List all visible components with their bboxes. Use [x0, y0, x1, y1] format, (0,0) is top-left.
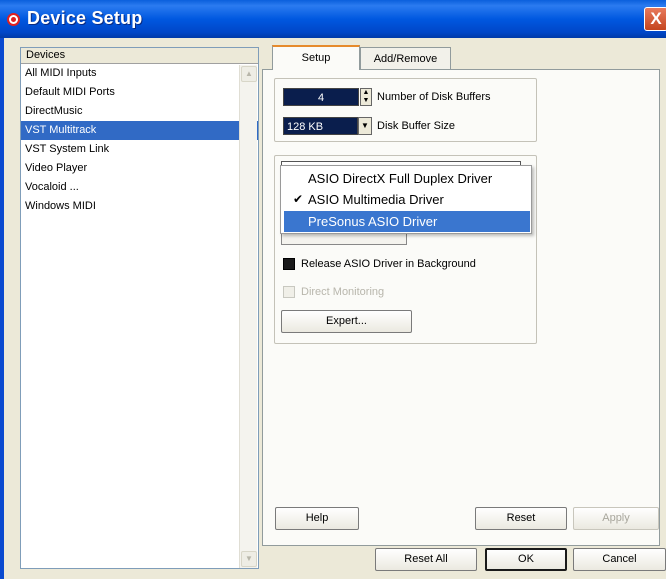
release-asio-checkbox[interactable]	[283, 258, 295, 270]
window-frame-left	[0, 38, 4, 579]
device-list-header: Devices	[21, 48, 258, 64]
reset-all-button[interactable]: Reset All	[375, 548, 477, 571]
asio-option-label: ASIO Multimedia Driver	[308, 192, 444, 207]
device-item-video-player[interactable]: Video Player	[21, 159, 258, 178]
apply-button[interactable]: Apply	[573, 507, 659, 530]
direct-monitoring-checkbox[interactable]	[283, 286, 295, 298]
disk-buffers-spinner[interactable]: ▲ ▼	[360, 88, 372, 106]
asio-option-directx[interactable]: ASIO DirectX Full Duplex Driver	[284, 168, 530, 189]
asio-option-presonus[interactable]: PreSonus ASIO Driver	[284, 211, 530, 232]
disk-buffer-size-label: Disk Buffer Size	[377, 120, 456, 132]
expert-button[interactable]: Expert...	[281, 310, 412, 333]
asio-driver-dropdown[interactable]: ASIO DirectX Full Duplex Driver ✔ ASIO M…	[280, 165, 532, 234]
asio-option-label: ASIO DirectX Full Duplex Driver	[308, 171, 493, 186]
device-item-all-midi-inputs[interactable]: All MIDI Inputs	[21, 64, 258, 83]
device-item-directmusic[interactable]: DirectMusic	[21, 102, 258, 121]
device-item-vst-multitrack[interactable]: VST Multitrack	[21, 121, 258, 140]
disk-buffers-field[interactable]: 4	[283, 88, 359, 106]
scroll-up-icon[interactable]: ▲	[241, 66, 257, 82]
device-list-scrollbar[interactable]: ▲ ▼	[239, 65, 257, 568]
disk-buffers-label: Number of Disk Buffers	[377, 91, 491, 103]
asio-option-label: PreSonus ASIO Driver	[308, 214, 438, 229]
release-asio-label: Release ASIO Driver in Background	[301, 258, 476, 270]
device-item-vocaloid[interactable]: Vocaloid ...	[21, 178, 258, 197]
help-button[interactable]: Help	[275, 507, 359, 530]
scroll-down-icon[interactable]: ▼	[241, 551, 257, 567]
device-item-windows-midi[interactable]: Windows MIDI	[21, 197, 258, 216]
device-item-vst-system-link[interactable]: VST System Link	[21, 140, 258, 159]
device-list[interactable]: Devices All MIDI Inputs Default MIDI Por…	[20, 47, 259, 569]
tab-add-remove[interactable]: Add/Remove	[360, 47, 451, 70]
tab-setup[interactable]: Setup	[272, 45, 360, 70]
ok-button[interactable]: OK	[485, 548, 567, 571]
disk-buffer-size-field[interactable]: 128 KB	[283, 117, 358, 135]
device-item-default-midi-ports[interactable]: Default MIDI Ports	[21, 83, 258, 102]
chevron-down-icon[interactable]: ▼	[358, 117, 372, 135]
reset-button[interactable]: Reset	[475, 507, 567, 530]
asio-option-multimedia[interactable]: ✔ ASIO Multimedia Driver	[284, 189, 530, 210]
title-bar: Device Setup X	[0, 0, 666, 38]
window-title: Device Setup	[27, 8, 143, 28]
close-button[interactable]: X	[644, 7, 666, 31]
checkmark-icon: ✔	[293, 192, 304, 206]
app-icon	[7, 13, 20, 26]
direct-monitoring-label: Direct Monitoring	[301, 286, 385, 298]
cancel-button[interactable]: Cancel	[573, 548, 666, 571]
